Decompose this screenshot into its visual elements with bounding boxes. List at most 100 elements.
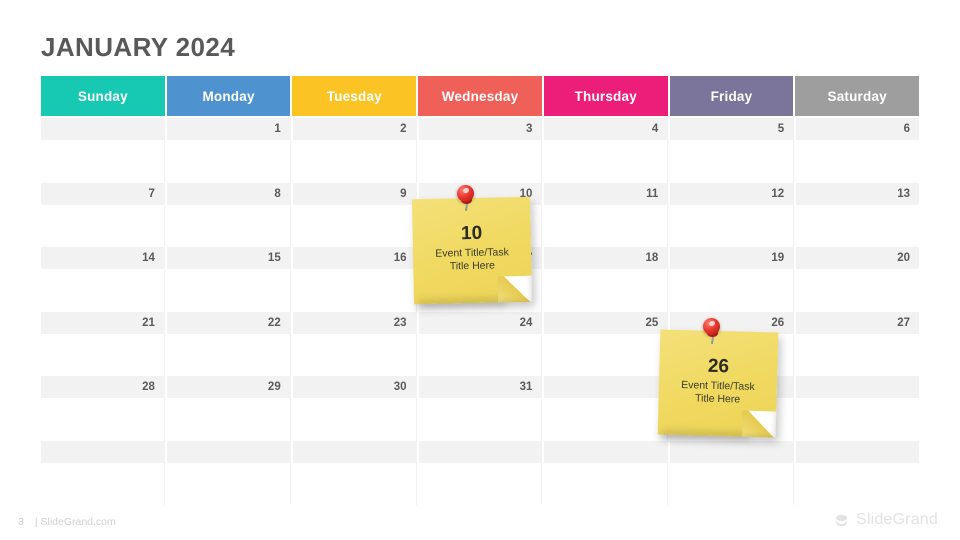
day-cell-29[interactable]: 29 — [166, 376, 291, 441]
page-number: 3 — [18, 516, 24, 528]
weekday-label: Sunday — [77, 88, 128, 104]
weekday-header-monday: Monday — [166, 76, 291, 116]
day-number: 6 — [903, 123, 911, 135]
page-title: JANUARY 2024 — [41, 32, 236, 62]
weekday-header-saturday: Saturday — [795, 76, 920, 116]
day-cell-empty — [544, 376, 669, 441]
day-number: 19 — [771, 252, 785, 264]
calendar-week-row — [41, 440, 920, 505]
sticky-note-26[interactable]: 26 Event Title/Task Title Here — [657, 329, 779, 440]
day-band — [796, 440, 920, 463]
day-number: 20 — [897, 252, 911, 264]
sticky-note-10[interactable]: 10 Event Title/Task Title Here — [411, 196, 533, 308]
day-cell-11[interactable]: 11 — [544, 182, 669, 247]
note-curled-corner — [497, 275, 533, 303]
day-cell-16[interactable]: 16 — [292, 247, 417, 312]
day-cell-empty — [166, 440, 291, 505]
day-cell-empty — [41, 440, 165, 505]
day-cell-18[interactable]: 18 — [544, 247, 669, 312]
weekday-header-sunday: Sunday — [41, 76, 165, 116]
day-cell-empty — [41, 118, 165, 183]
day-band — [796, 118, 920, 140]
day-cell-empty — [292, 440, 417, 505]
day-number: 1 — [274, 123, 281, 135]
weekday-label: Saturday — [827, 88, 887, 104]
day-number: 13 — [897, 187, 911, 200]
day-cell-9[interactable]: 9 — [292, 182, 417, 247]
day-cell-1[interactable]: 1 — [166, 118, 291, 183]
day-band — [41, 182, 164, 205]
slidegrand-mark-icon — [835, 514, 848, 526]
weekday-label: Friday — [710, 88, 753, 104]
day-band — [544, 118, 668, 140]
day-cell-22[interactable]: 22 — [166, 311, 291, 376]
day-number: 4 — [651, 123, 659, 135]
footer-site-label: | SlideGrand.com — [34, 516, 116, 528]
day-cell-24[interactable]: 24 — [418, 311, 543, 376]
day-cell-28[interactable]: 28 — [41, 376, 165, 441]
day-number: 16 — [393, 252, 407, 264]
day-cell-15[interactable]: 15 — [166, 247, 291, 312]
weekday-label: Monday — [202, 88, 255, 104]
calendar-week-row: 28 29 30 31 — [41, 376, 920, 441]
day-number: 8 — [274, 187, 281, 200]
note-day-number: 26 — [707, 355, 730, 378]
day-band — [292, 182, 416, 205]
day-cell-8[interactable]: 8 — [166, 182, 291, 247]
note-curled-corner — [741, 410, 777, 438]
day-cell-3[interactable]: 3 — [418, 118, 543, 183]
day-cell-25[interactable]: 25 — [544, 311, 669, 376]
day-number: 31 — [519, 381, 533, 393]
day-cell-6[interactable]: 6 — [796, 118, 920, 183]
day-cell-12[interactable]: 12 — [670, 182, 795, 247]
day-cell-30[interactable]: 30 — [292, 376, 417, 441]
day-number: 2 — [400, 123, 407, 135]
day-cell-2[interactable]: 2 — [292, 118, 417, 183]
day-cell-20[interactable]: 20 — [796, 247, 920, 312]
day-band — [166, 440, 290, 463]
day-number: 28 — [142, 381, 155, 393]
note-title-line-2: Title Here — [694, 392, 741, 406]
day-band — [41, 118, 164, 140]
day-cell-21[interactable]: 21 — [41, 311, 165, 376]
day-cell-4[interactable]: 4 — [544, 118, 669, 183]
day-number: 23 — [393, 316, 407, 329]
footer-left: 3 | SlideGrand.com — [18, 516, 116, 528]
day-number: 12 — [771, 187, 785, 200]
day-cell-19[interactable]: 19 — [670, 247, 795, 312]
note-title-line-2: Title Here — [449, 259, 496, 273]
day-cell-empty — [418, 440, 543, 505]
day-cell-empty — [670, 440, 795, 505]
day-number: 30 — [393, 381, 407, 393]
note-content: 10 Event Title/Task Title Here — [412, 197, 532, 274]
weekday-header-thursday: Thursday — [543, 76, 668, 116]
day-cell-14[interactable]: 14 — [41, 247, 165, 312]
weekday-label: Thursday — [574, 88, 637, 104]
day-cell-empty — [796, 440, 920, 505]
day-cell-empty — [544, 440, 669, 505]
day-number: 14 — [142, 252, 155, 264]
day-cell-13[interactable]: 13 — [796, 182, 920, 247]
day-cell-23[interactable]: 23 — [292, 311, 417, 376]
brand-logo: SlideGrand — [833, 511, 938, 529]
day-number: 15 — [267, 252, 281, 264]
day-number: 24 — [519, 316, 533, 329]
day-cell-7[interactable]: 7 — [41, 182, 165, 247]
day-band — [670, 118, 794, 140]
note-day-number: 10 — [460, 222, 483, 245]
day-number: 11 — [646, 187, 659, 200]
weekday-header-wednesday: Wednesday — [418, 76, 542, 116]
day-cell-31[interactable]: 31 — [418, 376, 543, 441]
weekday-label: Wednesday — [441, 88, 519, 104]
day-cell-27[interactable]: 27 — [796, 311, 920, 376]
weekday-header-friday: Friday — [669, 76, 794, 116]
calendar-week-row: 21 22 23 24 25 26 27 — [41, 311, 920, 376]
day-band — [166, 182, 290, 205]
day-band — [544, 376, 668, 398]
note-content: 26 Event Title/Task Title Here — [658, 329, 778, 407]
day-cell-5[interactable]: 5 — [670, 118, 795, 183]
weekday-header-tuesday: Tuesday — [292, 76, 417, 116]
day-number: 9 — [400, 187, 407, 200]
day-band — [418, 440, 542, 463]
day-number: 3 — [526, 123, 533, 135]
